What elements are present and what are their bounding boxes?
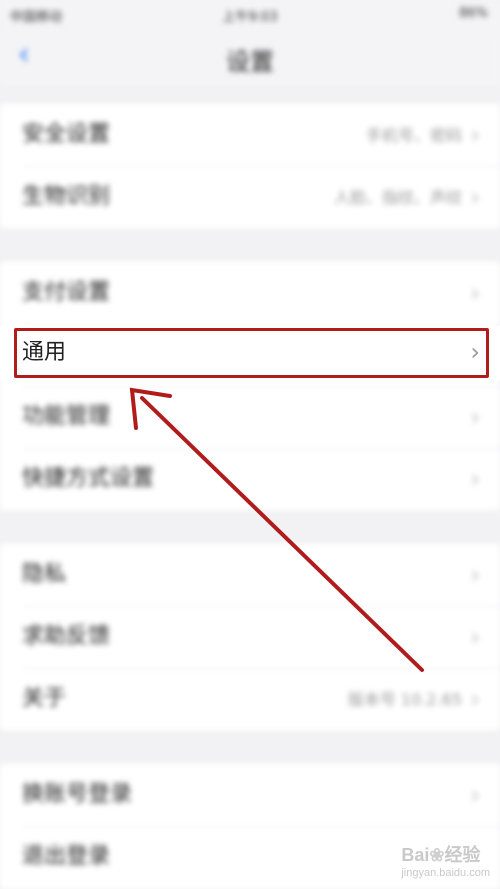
watermark-url: jingyan.baidu.com [401, 867, 490, 879]
watermark: Bai❀经验 jingyan.baidu.com [401, 841, 490, 879]
watermark-brand2: 经验 [444, 845, 481, 865]
paw-icon: ❀ [429, 845, 445, 865]
annotation-arrow [129, 387, 424, 672]
arrow-shaft [140, 396, 424, 672]
watermark-brand: Bai [401, 845, 430, 865]
